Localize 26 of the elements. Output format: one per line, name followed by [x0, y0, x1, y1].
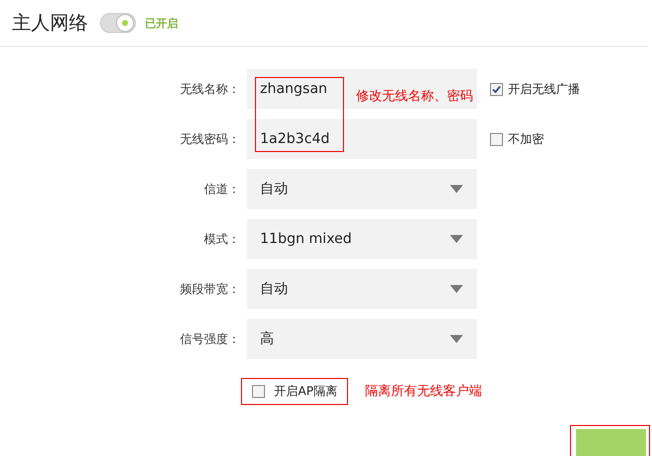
page-title: 主人网络 — [12, 11, 88, 36]
caret-icon — [450, 185, 463, 193]
toggle-status: 已开启 — [145, 16, 178, 30]
field-label: 无线名称： — [179, 80, 240, 98]
annotation-text: 修改无线名称、密码 — [356, 88, 473, 105]
checkbox-label: 开启无线广播 — [508, 80, 580, 98]
dropdown[interactable]: 11bgn mixed — [247, 219, 477, 259]
field-label: 无线密码： — [179, 130, 240, 148]
toggle-switch[interactable] — [100, 13, 136, 33]
input-field[interactable]: 1a2b3c4d — [247, 119, 477, 159]
field-label: 信道： — [203, 180, 240, 198]
field-label: 信号强度： — [179, 330, 240, 348]
annotation-text: 隔离所有无线客户端 — [365, 383, 482, 400]
dropdown[interactable]: 自动 — [247, 169, 477, 209]
checkbox[interactable] — [490, 82, 503, 96]
caret-icon — [450, 335, 463, 343]
checkbox-label: 不加密 — [508, 130, 544, 148]
checkbox[interactable] — [252, 384, 265, 398]
field-label: 模式： — [203, 230, 240, 248]
checkbox-label: 开启AP隔离 — [274, 382, 338, 400]
field-label: 频段带宽： — [179, 280, 240, 298]
checkbox[interactable] — [490, 132, 503, 146]
dropdown[interactable]: 自动 — [247, 269, 477, 309]
caret-icon — [450, 235, 463, 243]
dropdown[interactable]: 高 — [247, 319, 477, 359]
caret-icon — [450, 285, 463, 293]
